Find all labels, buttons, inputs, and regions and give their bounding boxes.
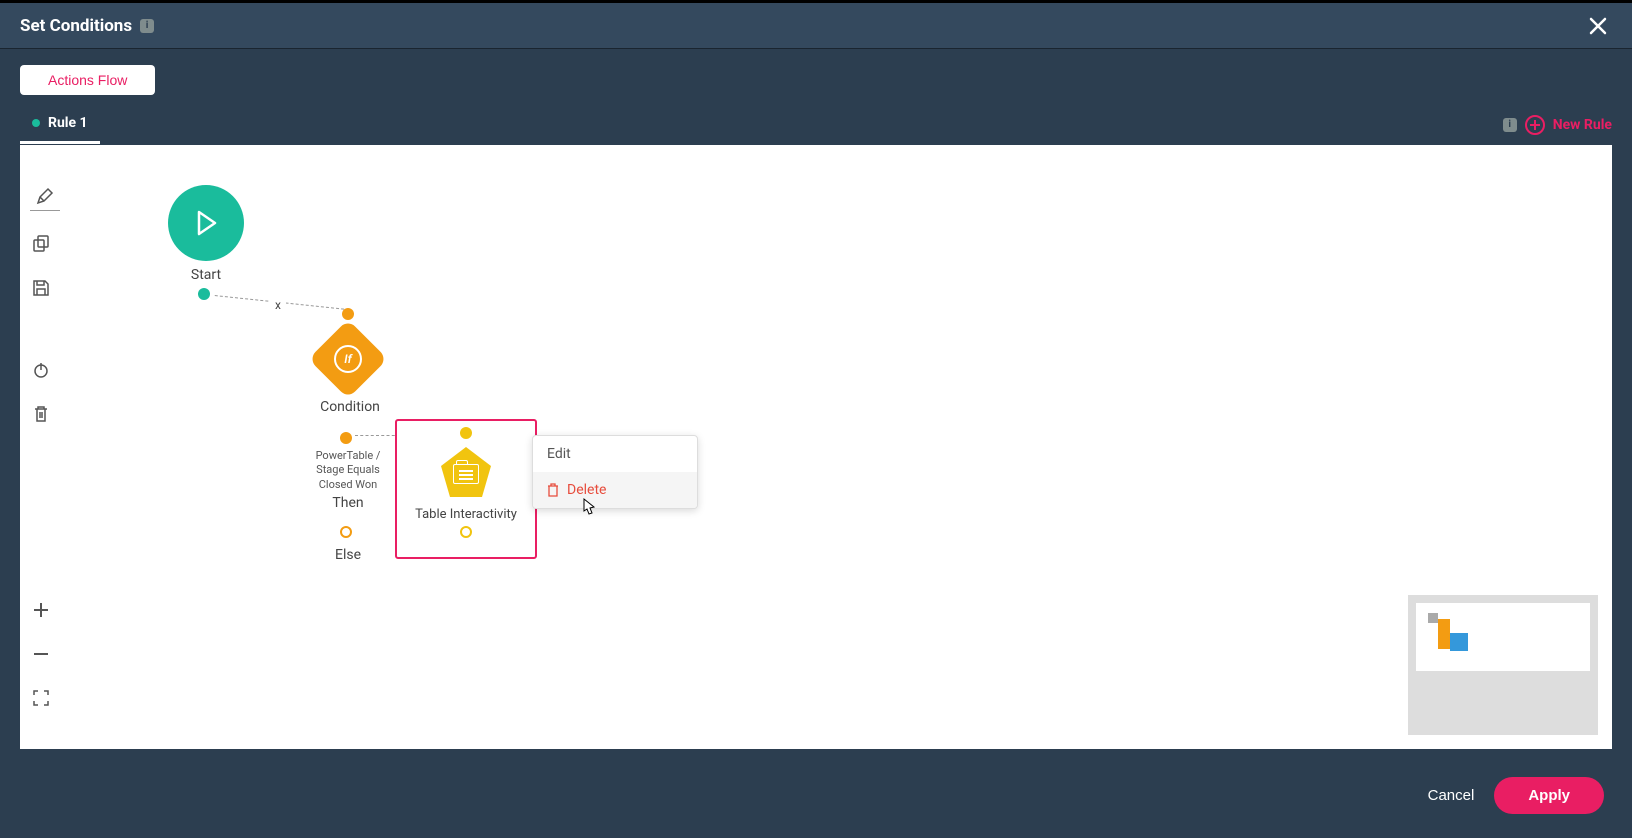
pencil-icon xyxy=(36,187,54,205)
condition-then-port[interactable] xyxy=(340,432,352,444)
info-icon[interactable]: i xyxy=(140,19,154,33)
plus-circle-icon xyxy=(1525,115,1545,135)
tab-rule-1[interactable]: Rule 1 xyxy=(20,105,100,144)
canvas-toolbar xyxy=(30,189,60,709)
tab-label: Rule 1 xyxy=(48,115,88,131)
condition-node-label: Condition xyxy=(300,399,400,415)
trash-icon xyxy=(547,483,559,497)
if-label: If xyxy=(334,345,362,373)
zoom-in-tool[interactable] xyxy=(30,599,52,621)
cond-line-1: PowerTable / xyxy=(316,449,381,462)
tabs-row: Rule 1 i New Rule xyxy=(0,105,1632,145)
cond-line-2: Stage Equals xyxy=(316,463,380,476)
modal-title-wrap: Set Conditions i xyxy=(20,16,154,36)
save-icon xyxy=(32,279,50,297)
play-icon xyxy=(191,208,221,238)
flow-canvas[interactable]: Start x If Condition PowerTable / Stage … xyxy=(20,145,1612,749)
fullscreen-tool[interactable] xyxy=(30,687,52,709)
modal-footer: Cancel Apply xyxy=(0,763,1632,838)
cursor-icon xyxy=(578,497,598,519)
condition-else-port[interactable] xyxy=(340,526,352,538)
start-node-label: Start xyxy=(168,267,244,283)
table-input-port[interactable] xyxy=(460,427,472,439)
menu-edit-label: Edit xyxy=(547,446,571,462)
new-rule-button[interactable]: i New Rule xyxy=(1503,115,1612,135)
condition-expression: PowerTable / Stage Equals Closed Won xyxy=(298,449,398,492)
table-node-label: Table Interactivity xyxy=(415,507,517,522)
zoom-out-tool[interactable] xyxy=(30,643,52,665)
copy-tool[interactable] xyxy=(30,233,52,255)
edit-tool[interactable] xyxy=(30,189,60,211)
actions-row: Actions Flow xyxy=(0,49,1632,105)
modal-title: Set Conditions xyxy=(20,16,132,36)
minimap-viewport xyxy=(1416,603,1590,671)
start-node[interactable] xyxy=(168,185,244,261)
minus-icon xyxy=(32,645,50,663)
minimap-node xyxy=(1428,613,1438,623)
condition-input-port[interactable] xyxy=(342,308,354,320)
save-tool[interactable] xyxy=(30,277,52,299)
context-menu: Edit Delete xyxy=(532,435,698,509)
minimap-node xyxy=(1450,633,1468,651)
connector-then-a xyxy=(355,435,400,436)
power-icon xyxy=(32,361,50,379)
folder-icon xyxy=(453,464,479,484)
trash-icon xyxy=(33,405,49,423)
pentagon-icon xyxy=(441,447,491,497)
menu-item-delete[interactable]: Delete xyxy=(533,472,697,508)
close-icon xyxy=(1589,17,1607,35)
close-button[interactable] xyxy=(1584,12,1612,40)
cancel-button[interactable]: Cancel xyxy=(1428,787,1475,804)
new-rule-label: New Rule xyxy=(1553,117,1612,133)
minimap-node xyxy=(1438,619,1450,649)
delete-tool[interactable] xyxy=(30,403,52,425)
power-tool[interactable] xyxy=(30,359,52,381)
tabs-list: Rule 1 xyxy=(20,105,100,144)
actions-flow-button[interactable]: Actions Flow xyxy=(20,65,155,95)
copy-icon xyxy=(32,235,50,253)
tab-status-dot xyxy=(32,119,40,127)
cond-line-3: Closed Won xyxy=(319,478,378,491)
apply-button[interactable]: Apply xyxy=(1494,777,1604,814)
modal-header: Set Conditions i xyxy=(0,3,1632,49)
connector-delete[interactable]: x xyxy=(270,297,286,313)
menu-item-edit[interactable]: Edit xyxy=(533,436,697,472)
minimap[interactable] xyxy=(1408,595,1598,735)
else-label: Else xyxy=(298,547,398,563)
info-icon: i xyxy=(1503,118,1517,132)
start-output-port[interactable] xyxy=(198,288,210,300)
condition-node[interactable]: If xyxy=(320,331,376,387)
table-output-port[interactable] xyxy=(460,526,472,538)
set-conditions-modal: Set Conditions i Actions Flow Rule 1 i N… xyxy=(0,3,1632,838)
plus-icon xyxy=(32,601,50,619)
menu-delete-label: Delete xyxy=(567,482,606,498)
table-interactivity-node[interactable]: Table Interactivity xyxy=(395,419,537,559)
fullscreen-icon xyxy=(32,689,50,707)
diamond-icon: If xyxy=(308,319,387,398)
then-label: Then xyxy=(298,495,398,511)
